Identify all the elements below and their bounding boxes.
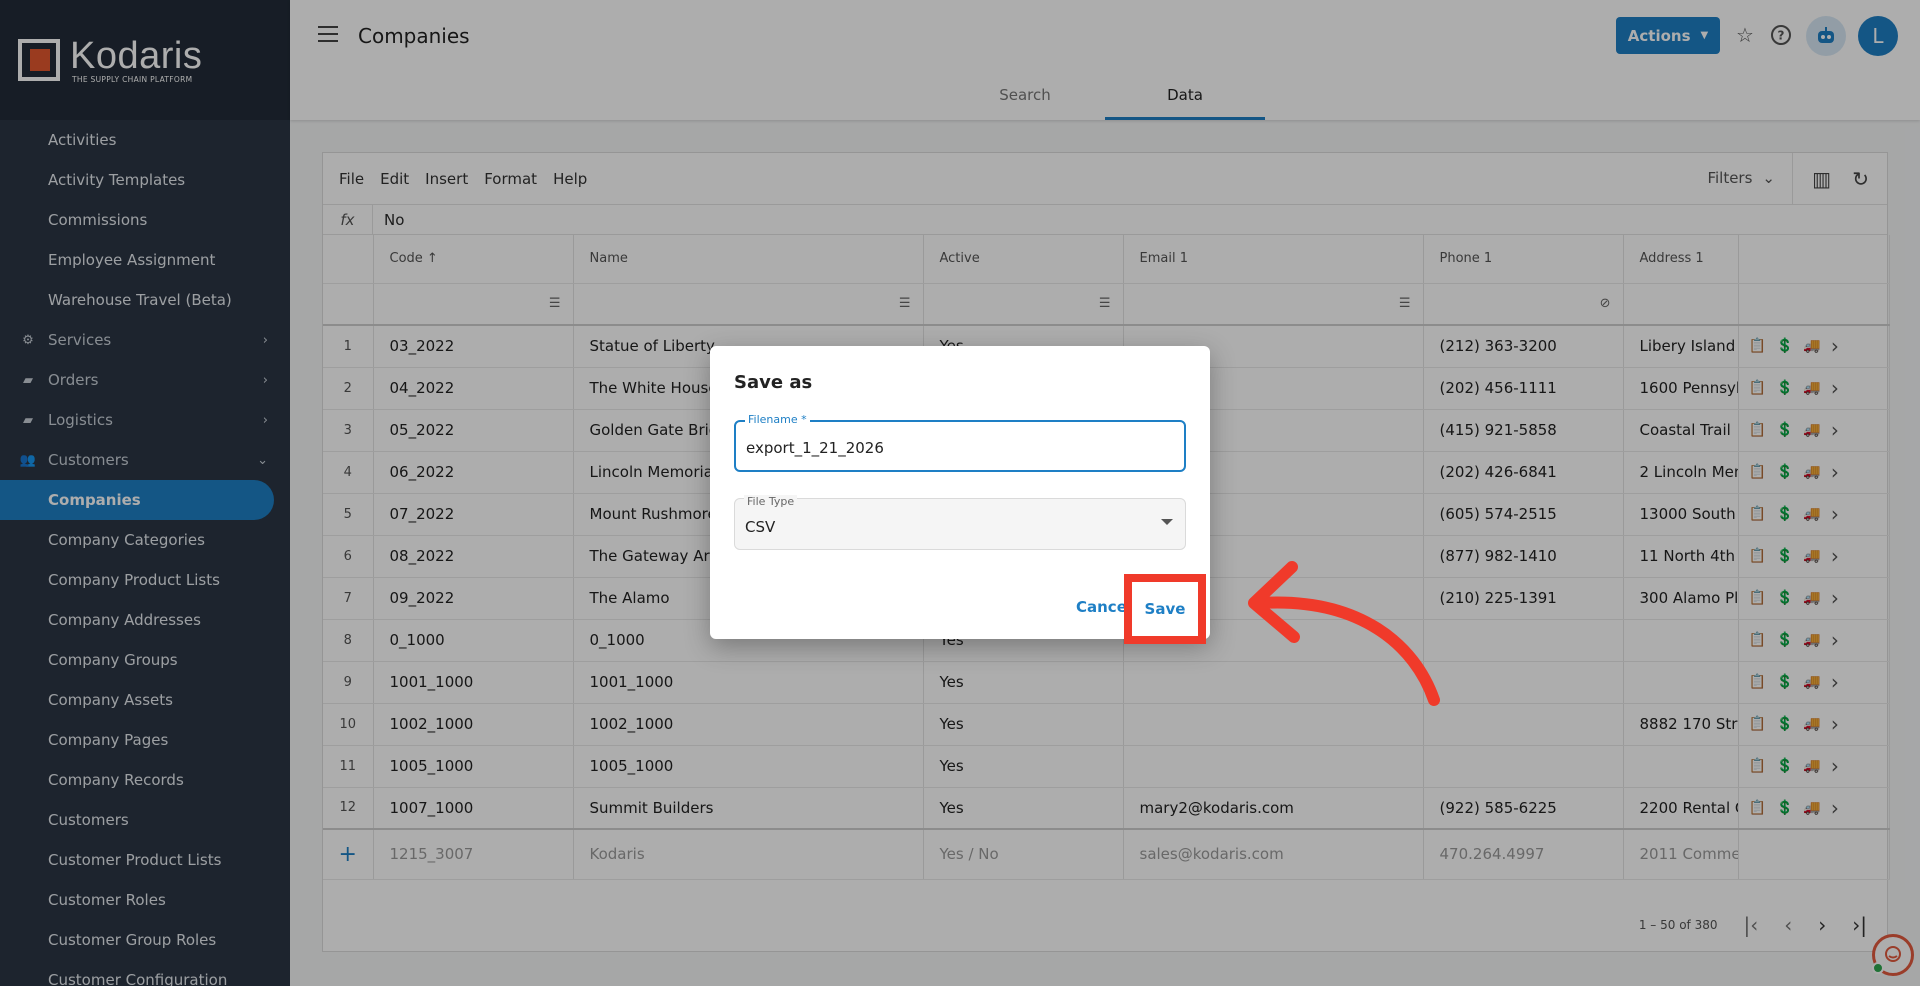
dialog-title: Save as bbox=[734, 372, 813, 393]
annotation-arrow-icon bbox=[1248, 561, 1440, 706]
save-button[interactable]: Save bbox=[1124, 574, 1206, 644]
file-type-value: CSV bbox=[745, 518, 776, 536]
filename-input[interactable]: export_1_21_2026 bbox=[746, 439, 884, 457]
save-as-dialog: Save as Filename * export_1_21_2026 File… bbox=[710, 346, 1210, 644]
filename-field[interactable]: Filename * export_1_21_2026 bbox=[734, 413, 1186, 472]
dropdown-caret-icon bbox=[1161, 519, 1173, 525]
file-type-label: File Type bbox=[744, 495, 798, 508]
file-type-select[interactable]: File Type CSV bbox=[734, 495, 1186, 550]
filename-label: Filename * bbox=[745, 413, 810, 426]
